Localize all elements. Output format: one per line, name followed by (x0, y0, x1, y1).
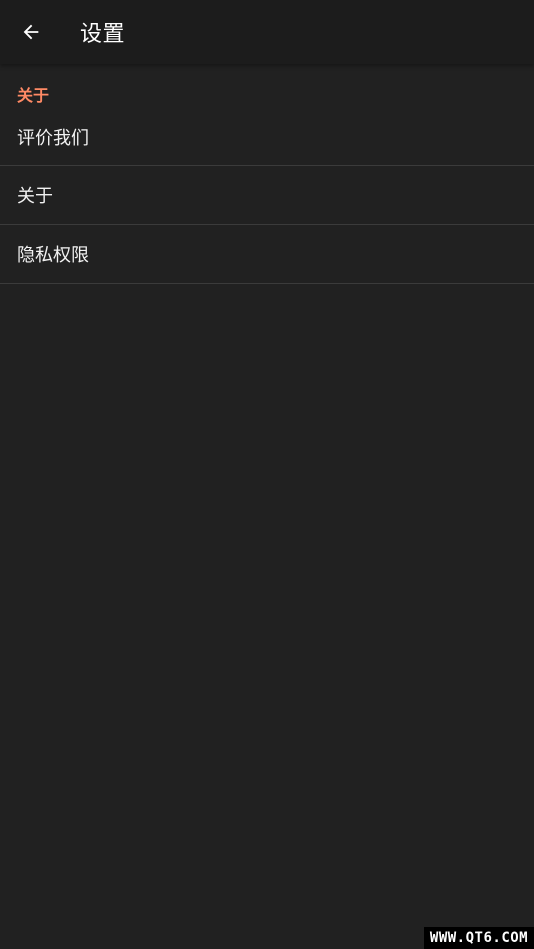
app-bar: 设置 (0, 0, 534, 64)
settings-list: 关于 评价我们 关于 隐私权限 (0, 64, 534, 284)
pref-item-rate-us[interactable]: 评价我们 (0, 110, 534, 166)
section-header-about: 关于 (17, 86, 50, 105)
pref-item-privacy[interactable]: 隐私权限 (0, 225, 534, 284)
pref-item-label: 隐私权限 (17, 245, 89, 266)
pref-item-label: 评价我们 (17, 128, 89, 149)
back-button[interactable] (11, 12, 51, 52)
arrow-left-icon (23, 24, 39, 40)
pref-item-label: 关于 (17, 186, 53, 207)
page-title: 设置 (80, 22, 126, 47)
pref-item-about[interactable]: 关于 (0, 166, 534, 225)
watermark: WWW.QT6.COM (424, 927, 534, 949)
